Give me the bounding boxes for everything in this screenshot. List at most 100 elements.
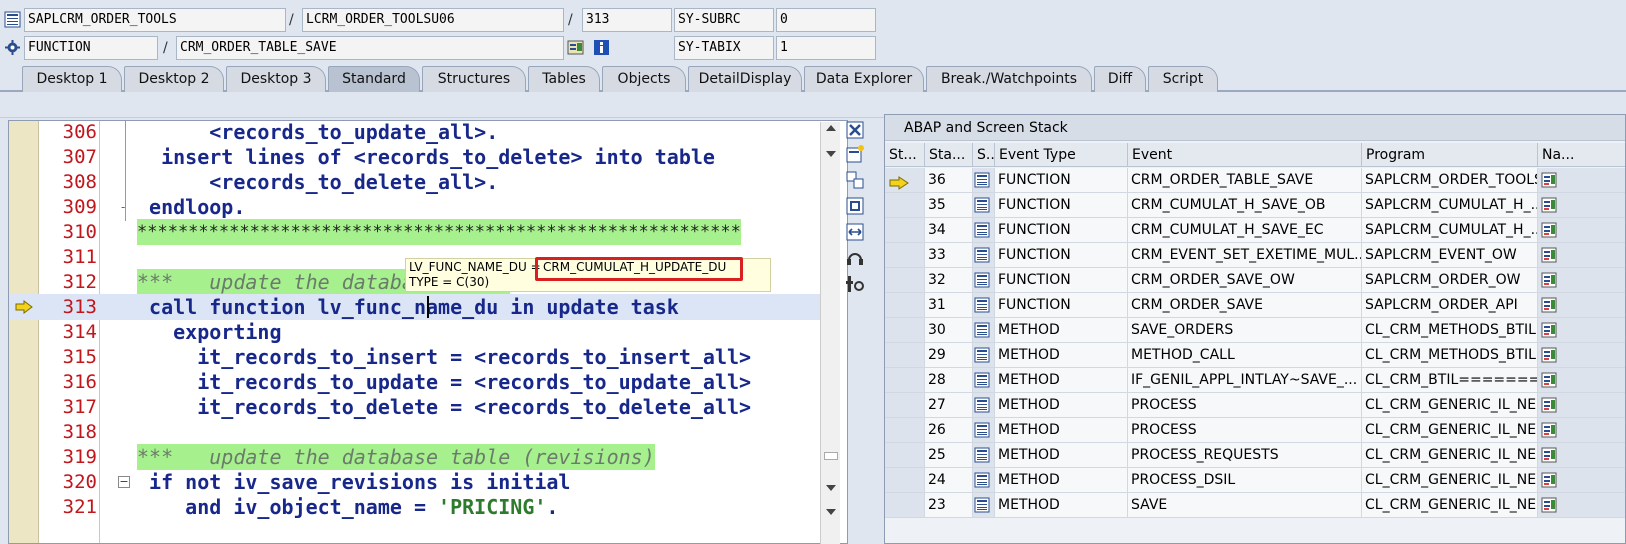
source-cell[interactable] <box>973 268 995 293</box>
event-cell[interactable]: PROCESS <box>1128 393 1362 418</box>
column-header-event[interactable]: Event <box>1128 143 1362 167</box>
headset-icon[interactable] <box>845 248 865 268</box>
tab-data-explorer[interactable]: Data Explorer <box>804 66 924 92</box>
stack-row[interactable]: 31 FUNCTION CRM_ORDER_SAVE SAPLCRM_ORDER_AP… <box>885 293 1625 318</box>
event-type-cell[interactable]: FUNCTION <box>995 218 1128 243</box>
stack-level-cell[interactable]: 32 <box>925 268 973 293</box>
stack-level-cell[interactable]: 25 <box>925 443 973 468</box>
tab-breakpoints[interactable]: Break./Watchpoints <box>926 66 1092 92</box>
include-field[interactable]: LCRM_ORDER_TOOLSU06 <box>302 8 564 32</box>
navigate-cell[interactable] <box>1538 343 1625 368</box>
event-cell[interactable]: CRM_CUMULAT_H_SAVE_OB <box>1128 193 1362 218</box>
swap-icon[interactable] <box>845 222 865 242</box>
stack-row[interactable]: 27 METHOD PROCESS CL_CRM_GENERIC_IL_NE... <box>885 393 1625 418</box>
program-cell[interactable]: CL_CRM_BTIL========... <box>1362 368 1538 393</box>
event-type-cell[interactable]: FUNCTION <box>995 168 1128 193</box>
event-type-cell[interactable]: METHOD <box>995 318 1128 343</box>
status-cell[interactable] <box>885 268 925 293</box>
stack-row[interactable]: 24 METHOD PROCESS_DSIL CL_CRM_GENERIC_IL_NE… <box>885 468 1625 493</box>
event-cell[interactable]: PROCESS <box>1128 418 1362 443</box>
stack-level-cell[interactable]: 27 <box>925 393 973 418</box>
tab-tables[interactable]: Tables <box>528 66 600 92</box>
status-cell[interactable] <box>885 293 925 318</box>
source-cell[interactable] <box>973 318 995 343</box>
tab-diff[interactable]: Diff <box>1094 66 1146 92</box>
status-cell[interactable] <box>885 393 925 418</box>
event-type-cell[interactable]: METHOD <box>995 468 1128 493</box>
stack-row[interactable]: 32 FUNCTION CRM_ORDER_SAVE_OW SAPLCRM_ORDER… <box>885 268 1625 293</box>
scroll-down-icon[interactable] <box>825 508 837 516</box>
stack-row[interactable]: 28 METHOD IF_GENIL_APPL_INTLAY~SAVE_... CL_… <box>885 368 1625 393</box>
event-type-cell[interactable]: METHOD <box>995 393 1128 418</box>
tab-script[interactable]: Script <box>1148 66 1218 92</box>
event-cell[interactable]: SAVE_ORDERS <box>1128 318 1362 343</box>
event-type-cell[interactable]: METHOD <box>995 343 1128 368</box>
status-cell[interactable] <box>885 168 925 193</box>
status-cell[interactable] <box>885 218 925 243</box>
replace-tool-icon[interactable] <box>845 170 865 190</box>
chevron-down-icon[interactable] <box>825 150 837 158</box>
navigate-icon[interactable] <box>1541 322 1558 338</box>
source-cell[interactable] <box>973 343 995 368</box>
status-cell[interactable] <box>885 418 925 443</box>
event-cell[interactable]: PROCESS_DSIL <box>1128 468 1362 493</box>
event-type-cell[interactable]: METHOD <box>995 418 1128 443</box>
navigate-cell[interactable] <box>1538 268 1625 293</box>
stack-level-cell[interactable]: 34 <box>925 218 973 243</box>
tab-objects[interactable]: Objects <box>602 66 686 92</box>
event-type-cell[interactable]: FUNCTION <box>995 193 1128 218</box>
event-cell[interactable]: CRM_ORDER_TABLE_SAVE <box>1128 168 1362 193</box>
stack-row[interactable]: 30 METHOD SAVE_ORDERS CL_CRM_METHODS_BTIL..… <box>885 318 1625 343</box>
status-cell[interactable] <box>885 368 925 393</box>
program-cell[interactable]: CL_CRM_METHODS_BTIL... <box>1362 318 1538 343</box>
stack-level-cell[interactable]: 29 <box>925 343 973 368</box>
source-cell[interactable] <box>973 193 995 218</box>
navigate-cell[interactable] <box>1538 218 1625 243</box>
stack-row[interactable]: 23 METHOD SAVE CL_CRM_GENERIC_IL_NE... <box>885 493 1625 518</box>
event-name-field[interactable]: CRM_ORDER_TABLE_SAVE <box>176 36 564 60</box>
status-cell[interactable] <box>885 343 925 368</box>
program-cell[interactable]: SAPLCRM_CUMULAT_H_... <box>1362 193 1538 218</box>
event-type-cell[interactable]: FUNCTION <box>995 293 1128 318</box>
source-code-editor[interactable]: 306 <records_to_update_all>. 307 insert … <box>8 120 848 544</box>
event-cell[interactable]: PROCESS_REQUESTS <box>1128 443 1362 468</box>
event-type-cell[interactable]: METHOD <box>995 368 1128 393</box>
stack-row[interactable]: 29 METHOD METHOD_CALL CL_CRM_METHODS_BTIL..… <box>885 343 1625 368</box>
stack-level-cell[interactable]: 30 <box>925 318 973 343</box>
column-header-navigate[interactable]: Na... <box>1538 143 1625 167</box>
source-cell[interactable] <box>973 443 995 468</box>
event-cell[interactable]: CRM_CUMULAT_H_SAVE_EC <box>1128 218 1362 243</box>
status-cell[interactable] <box>885 468 925 493</box>
navigate-icon[interactable] <box>1541 297 1558 313</box>
stack-row[interactable]: 25 METHOD PROCESS_REQUESTS CL_CRM_GENERIC_I… <box>885 443 1625 468</box>
event-type-cell[interactable]: FUNCTION <box>995 243 1128 268</box>
navigate-icon[interactable] <box>1541 347 1558 363</box>
maximize-icon[interactable] <box>845 196 865 216</box>
navigate-icon[interactable] <box>1541 397 1558 413</box>
source-cell[interactable] <box>973 393 995 418</box>
source-cell[interactable] <box>973 368 995 393</box>
program-cell[interactable]: CL_CRM_GENERIC_IL_NE... <box>1362 418 1538 443</box>
tab-standard[interactable]: Standard <box>328 66 420 92</box>
navigate-cell[interactable] <box>1538 193 1625 218</box>
stack-row[interactable]: 34 FUNCTION CRM_CUMULAT_H_SAVE_EC SAPLCRM_C… <box>885 218 1625 243</box>
stack-level-cell[interactable]: 23 <box>925 493 973 518</box>
display-detail-icon[interactable] <box>567 39 584 56</box>
source-cell[interactable] <box>973 418 995 443</box>
tab-desktop-3[interactable]: Desktop 3 <box>226 66 326 92</box>
source-cell[interactable] <box>973 293 995 318</box>
tab-detaildisplay[interactable]: DetailDisplay <box>688 66 802 92</box>
program-cell[interactable]: CL_CRM_GENERIC_IL_NE... <box>1362 443 1538 468</box>
stack-level-cell[interactable]: 35 <box>925 193 973 218</box>
stack-level-cell[interactable]: 26 <box>925 418 973 443</box>
navigate-icon[interactable] <box>1541 197 1558 213</box>
source-cell[interactable] <box>973 168 995 193</box>
event-type-cell[interactable]: METHOD <box>995 443 1128 468</box>
info-icon[interactable] <box>593 39 610 56</box>
column-header-stack-level[interactable]: Sta... <box>925 143 973 167</box>
status-cell[interactable] <box>885 318 925 343</box>
stack-level-cell[interactable]: 24 <box>925 468 973 493</box>
navigate-icon[interactable] <box>1541 172 1558 188</box>
sy-tabix-value[interactable]: 1 <box>776 36 876 60</box>
sy-subrc-value[interactable]: 0 <box>776 8 876 32</box>
